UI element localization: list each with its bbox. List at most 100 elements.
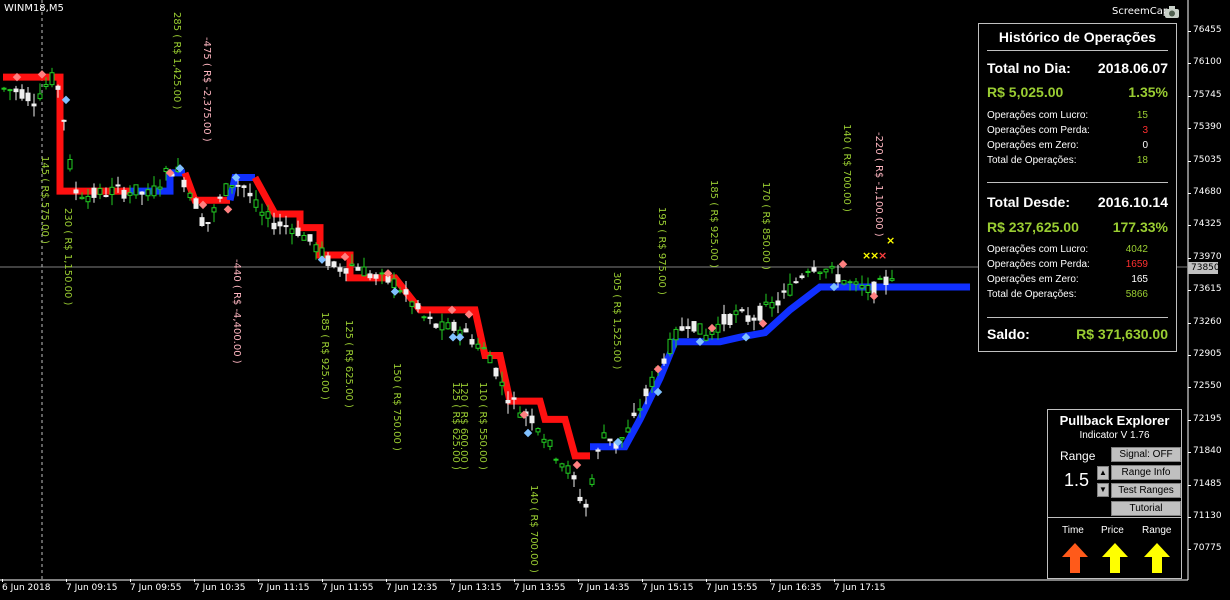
candle-body bbox=[775, 300, 781, 306]
candle-body bbox=[19, 89, 25, 99]
time-tick-label: 7 Jun 10:35 bbox=[194, 579, 246, 593]
stat-row: Total de Operações: 18 bbox=[987, 155, 1168, 166]
trade-result-label: 110 ( R$ 550.00 ) bbox=[477, 382, 488, 470]
stat-value: 4042 bbox=[1125, 244, 1148, 255]
candle-body bbox=[49, 72, 55, 86]
candle-body bbox=[13, 88, 19, 93]
candle-body bbox=[205, 222, 211, 225]
candle-body bbox=[355, 267, 361, 271]
screencap-label[interactable]: ScreemCap bbox=[1112, 6, 1169, 17]
stat-value: 0 bbox=[1142, 140, 1148, 151]
candle-body bbox=[103, 195, 109, 198]
candle-body bbox=[511, 397, 517, 400]
pullback-title: Pullback Explorer bbox=[1059, 413, 1170, 428]
divider bbox=[1048, 517, 1181, 518]
candle-body bbox=[757, 305, 763, 321]
stat-label: Operações em Zero: bbox=[987, 274, 1079, 285]
time-tick-label: 7 Jun 14:35 bbox=[578, 579, 630, 593]
candle-body bbox=[763, 301, 769, 305]
stat-value: 1659 bbox=[1125, 259, 1148, 270]
trade-result-label: 305 ( R$ 1,525.00 ) bbox=[611, 272, 622, 370]
candle-body bbox=[139, 191, 145, 195]
candle-body bbox=[79, 196, 85, 200]
price-tick-label: 72905 bbox=[1188, 349, 1230, 359]
candle-body bbox=[445, 322, 451, 330]
price-tick-label: 71485 bbox=[1188, 479, 1230, 489]
candle-body bbox=[61, 119, 67, 122]
candle-body bbox=[865, 284, 871, 293]
price-arrow-up-icon bbox=[1102, 543, 1128, 573]
time-tick-label: 7 Jun 09:15 bbox=[66, 579, 118, 593]
time-tick-label: 7 Jun 16:35 bbox=[770, 579, 822, 593]
candle-body bbox=[31, 103, 37, 107]
time-tick-label: 7 Jun 09:55 bbox=[130, 579, 182, 593]
candle-body bbox=[529, 415, 535, 424]
price-tick-label: 73970 bbox=[1188, 252, 1230, 262]
range-info-button[interactable]: Range Info bbox=[1111, 465, 1181, 480]
since-total-row: Total Desde: 2016.10.14 bbox=[987, 194, 1168, 210]
range-up-button[interactable]: ▲ bbox=[1097, 466, 1109, 480]
candle-body bbox=[145, 189, 151, 197]
signal-x-marker: × bbox=[886, 234, 895, 247]
tutorial-button[interactable]: Tutorial bbox=[1111, 501, 1181, 516]
stat-row: Operações com Perda: 3 bbox=[987, 125, 1168, 136]
price-tick-label: 71840 bbox=[1188, 446, 1230, 456]
candle-body bbox=[151, 185, 157, 197]
stat-row: Total de Operações: 5866 bbox=[987, 289, 1168, 300]
time-tick-label: 7 Jun 11:15 bbox=[258, 579, 310, 593]
candle-body bbox=[799, 275, 805, 279]
candle-body bbox=[121, 189, 127, 199]
time-tick-label: 7 Jun 13:55 bbox=[514, 579, 566, 593]
candle-body bbox=[289, 228, 295, 235]
signal-x-marker: × bbox=[878, 249, 887, 262]
candle-body bbox=[715, 323, 721, 333]
day-percent: 1.35% bbox=[1128, 84, 1168, 100]
candle-body bbox=[577, 496, 583, 502]
candle-body bbox=[811, 267, 817, 272]
candle-body bbox=[859, 284, 865, 289]
candle-body bbox=[55, 85, 61, 90]
signal-toggle-button[interactable]: Signal: OFF bbox=[1111, 447, 1181, 462]
trade-result-label: 185 ( R$ 925.00 ) bbox=[708, 180, 719, 268]
candle-body bbox=[451, 321, 457, 331]
stat-value: 165 bbox=[1131, 274, 1148, 285]
candle-body bbox=[7, 89, 13, 92]
candle-body bbox=[349, 263, 355, 267]
candle-body bbox=[97, 188, 103, 195]
candle-body bbox=[73, 189, 79, 194]
candle-body bbox=[829, 265, 835, 269]
operations-history-panel: Histórico de Operações Total no Dia: 201… bbox=[978, 23, 1177, 352]
divider bbox=[987, 50, 1168, 51]
stat-row: Operações com Lucro: 15 bbox=[987, 110, 1168, 121]
current-price-tag: 73850 bbox=[1188, 262, 1220, 274]
candle-body bbox=[367, 273, 373, 279]
candle-body bbox=[853, 281, 859, 285]
range-down-button[interactable]: ▼ bbox=[1097, 483, 1109, 497]
price-tick-label: 72195 bbox=[1188, 414, 1230, 424]
stat-label: Total de Operações: bbox=[987, 289, 1077, 300]
candle-body bbox=[541, 438, 547, 443]
trade-result-label: 285 ( R$ 1,425.00 ) bbox=[171, 12, 182, 110]
candle-body bbox=[721, 314, 727, 325]
candle-body bbox=[877, 277, 883, 280]
stat-row: Operações em Zero: 0 bbox=[987, 140, 1168, 151]
trade-result-label: -475 ( R$ -2,375.00 ) bbox=[201, 37, 212, 142]
symbol-label: WINM18,M5 bbox=[4, 3, 64, 14]
candle-body bbox=[415, 303, 421, 310]
candle-body bbox=[631, 412, 637, 417]
test-ranges-button[interactable]: Test Ranges bbox=[1111, 483, 1181, 498]
pullback-explorer-panel: Pullback Explorer Indicator V 1.76 Range… bbox=[1047, 409, 1182, 579]
candle-body bbox=[259, 211, 265, 216]
candle-body bbox=[679, 326, 685, 331]
time-tick-label: 7 Jun 11:55 bbox=[322, 579, 374, 593]
candle-body bbox=[283, 225, 289, 228]
range-value: 1.5 bbox=[1064, 470, 1090, 490]
candle-body bbox=[487, 355, 493, 364]
price-tick-label: 76455 bbox=[1188, 25, 1230, 35]
candle-body bbox=[547, 439, 553, 447]
candle-body bbox=[643, 388, 649, 397]
balance-row: Saldo: R$ 371,630.00 bbox=[987, 326, 1168, 342]
stat-label: Operações com Lucro: bbox=[987, 244, 1089, 255]
camera-icon[interactable] bbox=[1164, 4, 1180, 20]
stat-label: Operações com Perda: bbox=[987, 259, 1090, 270]
